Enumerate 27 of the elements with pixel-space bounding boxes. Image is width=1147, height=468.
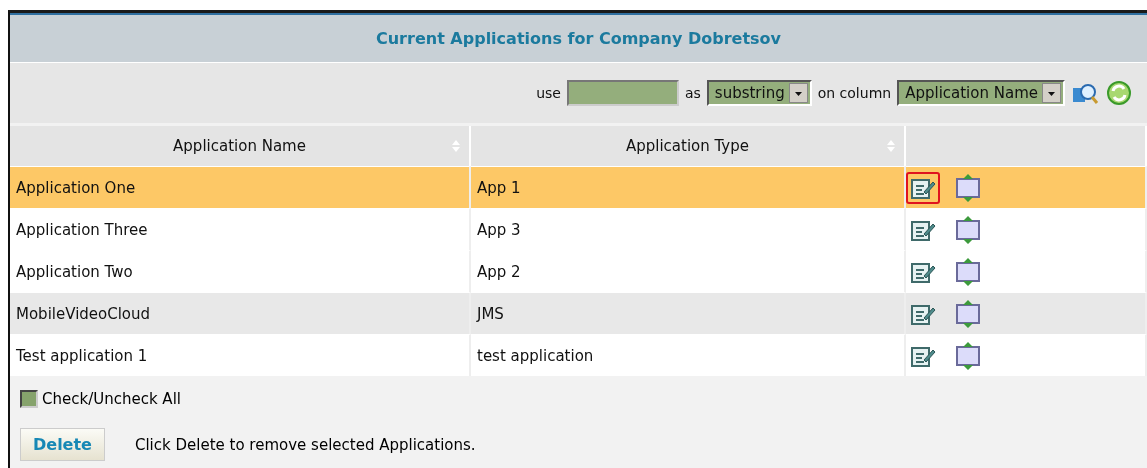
- caret-icon: [1042, 83, 1061, 103]
- checkbox[interactable]: [20, 390, 38, 408]
- table-cell: test application: [471, 334, 906, 376]
- table-cell: App 3: [471, 208, 906, 250]
- caret-icon: [788, 83, 808, 103]
- filter-label: use: [536, 85, 561, 101]
- table-cell: Application Three: [10, 208, 471, 250]
- column-dropdown[interactable]: Application Name: [897, 80, 1065, 106]
- column-header[interactable]: Application Name: [10, 126, 471, 166]
- filter-label: as: [684, 85, 701, 101]
- table-cell: MobileVideoCloud: [10, 292, 471, 334]
- table-cell: Application Two: [10, 250, 471, 292]
- filter-label: on column: [817, 85, 892, 101]
- table-cell: Test application 1: [10, 334, 471, 376]
- table-cell: App 1: [471, 166, 906, 208]
- search-field[interactable]: [566, 80, 679, 106]
- panel-title: Current Applications for Company Dobretsov: [10, 13, 1147, 62]
- table-cell: JMS: [471, 292, 906, 334]
- match-dropdown[interactable]: substring: [706, 80, 812, 106]
- table-cell: App 2: [471, 250, 906, 292]
- sort-icon: [886, 139, 896, 153]
- sort-icon: [451, 139, 461, 153]
- refresh-icon[interactable]: [1105, 79, 1133, 107]
- column-header[interactable]: Application Type: [471, 126, 906, 166]
- delete-hint: Click Delete to remove selected Applications.: [134, 435, 476, 454]
- table-cell: Application One: [10, 166, 471, 208]
- checkbox-label: Check/Uncheck All: [42, 390, 181, 408]
